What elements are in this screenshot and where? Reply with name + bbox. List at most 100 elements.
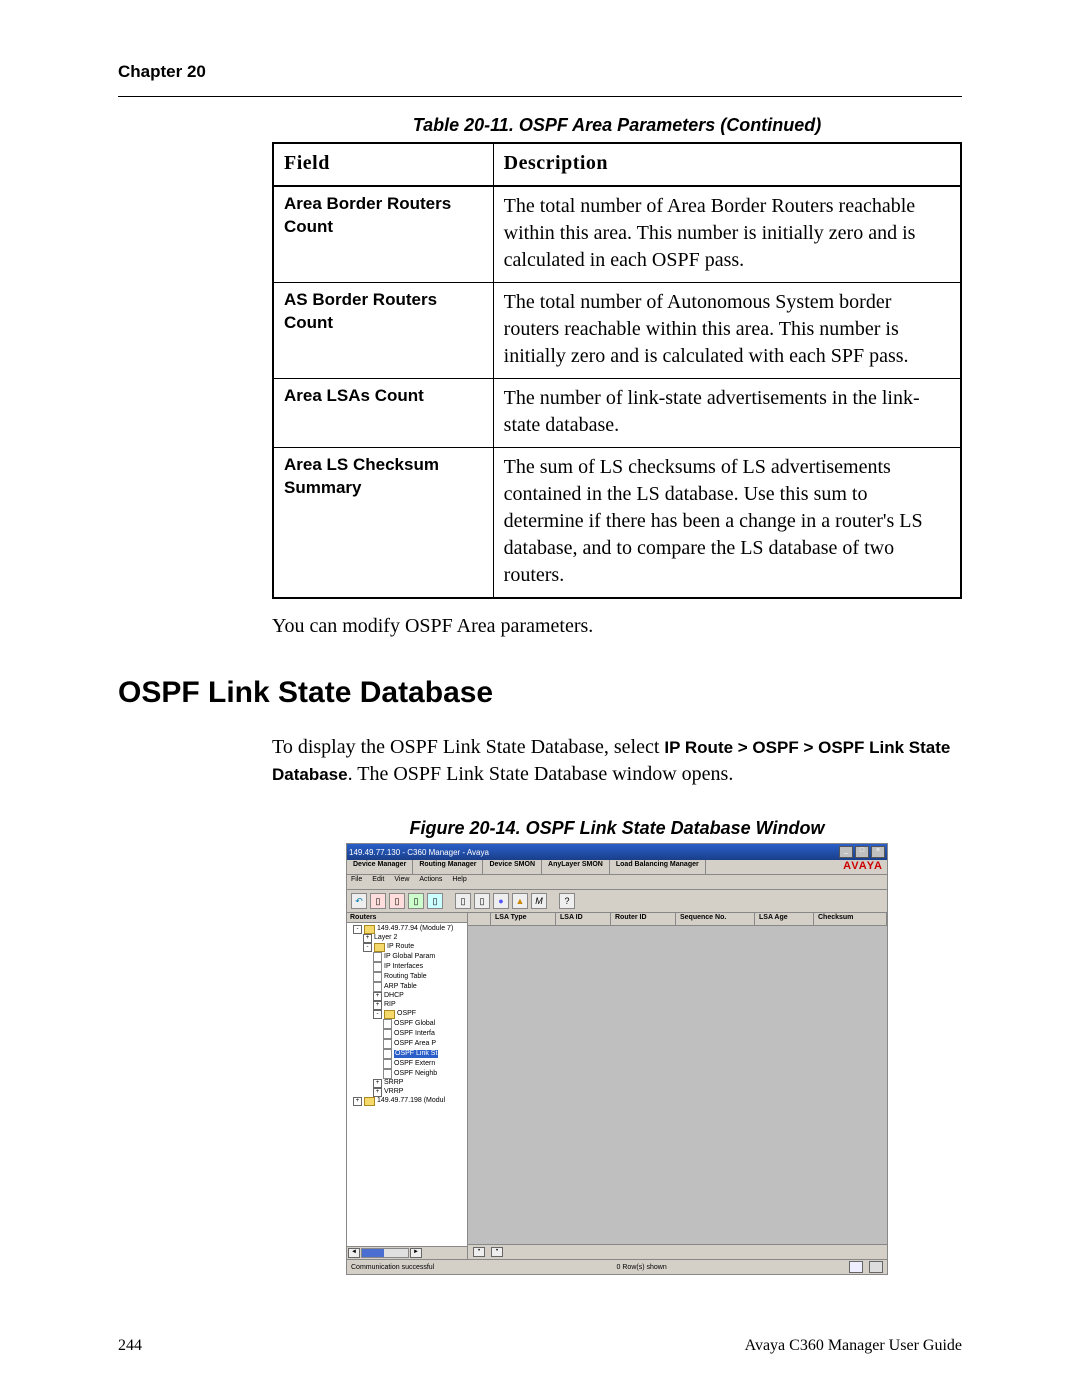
tree-item[interactable]: OSPF Neighb — [349, 1069, 465, 1079]
grid-col[interactable]: LSA ID — [556, 913, 611, 925]
window-titlebar[interactable]: 149.49.77.130 - C360 Manager - Avaya _ □… — [347, 844, 887, 860]
tree-item[interactable]: ARP Table — [349, 982, 465, 992]
table-cell-desc: The total number of Area Border Routers … — [493, 186, 961, 283]
grid-btn-icon[interactable]: • — [491, 1247, 503, 1257]
menu-file[interactable]: File — [351, 876, 362, 888]
main-tabs: Device Manager Routing Manager Device SM… — [347, 860, 887, 875]
tree-item[interactable]: +DHCP — [349, 992, 465, 1001]
toolbar-btn-icon[interactable]: ▯ — [370, 893, 386, 909]
tree-item[interactable]: OSPF Area P — [349, 1039, 465, 1049]
tree-item[interactable]: -IP Route — [349, 943, 465, 952]
tree-item[interactable]: +RIP — [349, 1001, 465, 1010]
tree-item[interactable]: OSPF Interfa — [349, 1029, 465, 1039]
toolbar-btn-icon[interactable]: ▯ — [427, 893, 443, 909]
tree-label: OSPF — [397, 1010, 416, 1019]
grid-col[interactable]: Router ID — [611, 913, 676, 925]
toolbar-btn-icon[interactable]: ▯ — [389, 893, 405, 909]
minimize-icon[interactable]: _ — [839, 846, 853, 858]
figure-caption: Figure 20-14. OSPF Link State Database W… — [272, 818, 962, 839]
toolbar-btn-icon[interactable]: ▯ — [455, 893, 471, 909]
tree-label: Layer 2 — [374, 934, 397, 943]
status-bar: Communication successful 0 Row(s) shown — [347, 1259, 887, 1274]
tree-label: OSPF Global — [394, 1020, 435, 1029]
table-row: Area Border Routers Count The total numb… — [273, 186, 961, 283]
tab-device-smon[interactable]: Device SMON — [483, 860, 542, 874]
tab-anylayer-smon[interactable]: AnyLayer SMON — [542, 860, 610, 874]
tree-header: Routers — [347, 913, 467, 923]
tree-item[interactable]: IP Global Param — [349, 952, 465, 962]
table-cell-field: Area Border Routers Count — [273, 186, 493, 283]
tree-label: IP Global Param — [384, 953, 435, 962]
brand-logo: AVAYA — [843, 860, 883, 872]
menu-view[interactable]: View — [394, 876, 409, 888]
grid-panel: LSA Type LSA ID Router ID Sequence No. L… — [468, 913, 887, 1259]
tree-label: OSPF Link St — [394, 1050, 438, 1059]
toolbar-help-icon[interactable]: ? — [559, 893, 575, 909]
tab-load-balancing[interactable]: Load Balancing Manager — [610, 860, 706, 874]
table-cell-desc: The sum of LS checksums of LS advertisem… — [493, 448, 961, 599]
tree-scrollbar[interactable]: ◄ ► — [347, 1246, 467, 1259]
tree-label: 149.49.77.94 (Module 7) — [377, 925, 453, 934]
grid-col[interactable]: Sequence No. — [676, 913, 755, 925]
tree-item[interactable]: +SRRP — [349, 1079, 465, 1088]
tree-label: OSPF Interfa — [394, 1030, 435, 1039]
tree-item[interactable]: OSPF Global — [349, 1019, 465, 1029]
tree-label: RIP — [384, 1001, 396, 1010]
grid-col[interactable]: LSA Type — [491, 913, 556, 925]
toolbar: ↶ ▯ ▯ ▯ ▯ ▯ ▯ ● ▲ M ? — [347, 890, 887, 913]
table-row: Area LS Checksum Summary The sum of LS c… — [273, 448, 961, 599]
table-row: AS Border Routers Count The total number… — [273, 283, 961, 379]
tree-label: VRRP — [384, 1088, 403, 1097]
status-conn-icon — [869, 1261, 883, 1273]
tree-item[interactable]: -OSPF — [349, 1010, 465, 1019]
tab-device-manager[interactable]: Device Manager — [347, 860, 413, 874]
table-caption: Table 20-11. OSPF Area Parameters (Conti… — [272, 115, 962, 136]
menu-help[interactable]: Help — [452, 876, 466, 888]
toolbar-btn-icon[interactable]: ▯ — [474, 893, 490, 909]
grid-toolbar: • • — [468, 1244, 887, 1259]
menu-edit[interactable]: Edit — [372, 876, 384, 888]
tree-item[interactable]: Routing Table — [349, 972, 465, 982]
grid-col[interactable]: Checksum — [814, 913, 887, 925]
modify-note: You can modify OSPF Area parameters. — [272, 613, 962, 640]
section-heading: OSPF Link State Database — [118, 676, 962, 710]
table-header-row: Field Description — [273, 143, 961, 186]
grid-body-empty — [468, 926, 887, 1244]
toolbar-btn-icon[interactable]: ▲ — [512, 893, 528, 909]
tree-label: OSPF Extern — [394, 1060, 435, 1069]
menu-bar: File Edit View Actions Help — [347, 875, 887, 890]
tree-item-selected[interactable]: OSPF Link St — [349, 1049, 465, 1059]
toolbar-btn-icon[interactable]: ↶ — [351, 893, 367, 909]
tree-item[interactable]: OSPF Extern — [349, 1059, 465, 1069]
table-cell-field: Area LSAs Count — [273, 379, 493, 448]
tree-label: 149.49.77.198 (Modul — [377, 1097, 445, 1106]
table-cell-desc: The total number of Autonomous System bo… — [493, 283, 961, 379]
header-rule — [118, 96, 962, 97]
grid-col[interactable]: LSA Age — [755, 913, 814, 925]
body-text-run: . The OSPF Link State Database window op… — [348, 763, 734, 785]
table-header-description: Description — [493, 143, 961, 186]
tree-item[interactable]: -149.49.77.94 (Module 7) — [349, 925, 465, 934]
toolbar-btn-icon[interactable]: M — [531, 893, 547, 909]
status-device-icon — [849, 1261, 863, 1273]
tab-routing-manager[interactable]: Routing Manager — [413, 860, 483, 874]
page-number: 244 — [118, 1337, 142, 1355]
tree-item[interactable]: IP Interfaces — [349, 962, 465, 972]
tree-item[interactable]: +149.49.77.198 (Modul — [349, 1097, 465, 1106]
body-text-run: To display the OSPF Link State Database,… — [272, 736, 664, 758]
toolbar-btn-icon[interactable]: ▯ — [408, 893, 424, 909]
menu-actions[interactable]: Actions — [419, 876, 442, 888]
ospf-area-params-table: Field Description Area Border Routers Co… — [272, 142, 962, 599]
close-icon[interactable]: × — [871, 846, 885, 858]
table-header-field: Field — [273, 143, 493, 186]
tree-item[interactable]: +Layer 2 — [349, 934, 465, 943]
doc-title: Avaya C360 Manager User Guide — [745, 1337, 962, 1355]
toolbar-btn-icon[interactable]: ● — [493, 893, 509, 909]
body-paragraph: To display the OSPF Link State Database,… — [272, 734, 962, 788]
table-cell-field: AS Border Routers Count — [273, 283, 493, 379]
tree-panel: Routers -149.49.77.94 (Module 7) +Layer … — [347, 913, 468, 1259]
maximize-icon[interactable]: □ — [855, 846, 869, 858]
tree-item[interactable]: +VRRP — [349, 1088, 465, 1097]
tree-label: ARP Table — [384, 983, 417, 992]
grid-btn-icon[interactable]: • — [473, 1247, 485, 1257]
